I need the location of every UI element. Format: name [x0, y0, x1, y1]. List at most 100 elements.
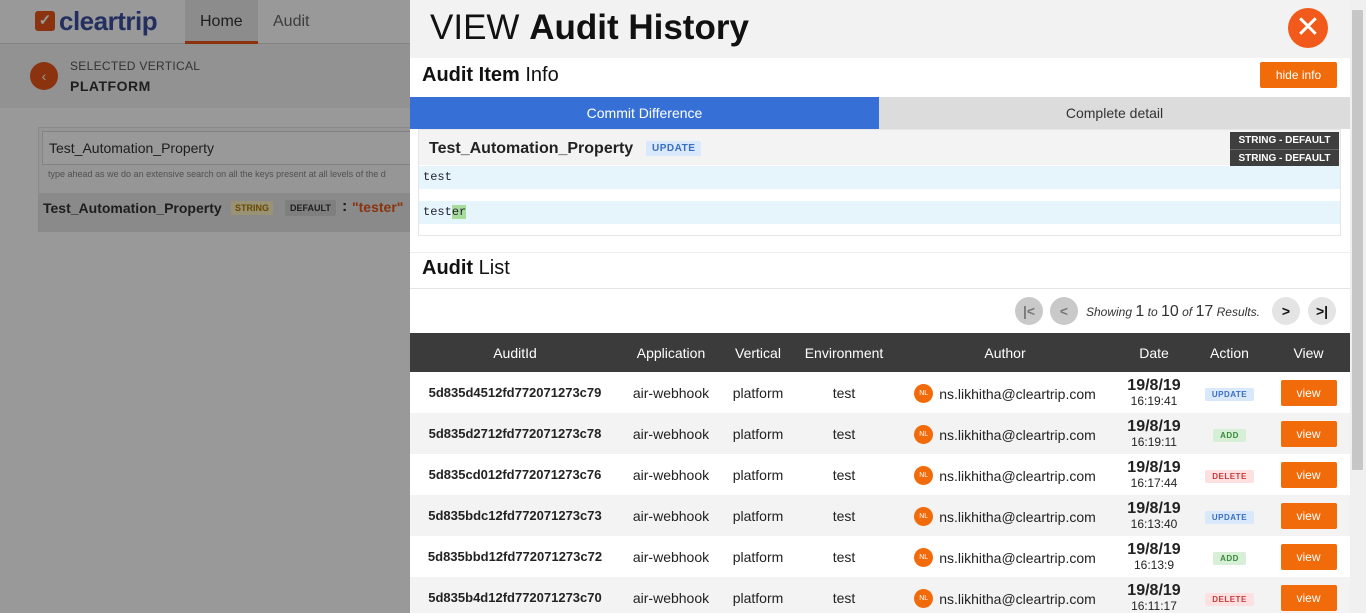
table-row: 5d835bdc12fd772071273c73 air-webhook platf… — [410, 495, 1350, 536]
cell-author: NL ns.likhitha@cleartrip.com — [894, 413, 1116, 454]
action-badge: DELETE — [1205, 593, 1254, 606]
action-badge: UPDATE — [1204, 511, 1255, 524]
pager-to: 10 — [1160, 303, 1179, 320]
action-badge: UPDATE — [1204, 388, 1255, 401]
cell-author: NL ns.likhitha@cleartrip.com — [894, 577, 1116, 613]
scrollbar-thumb[interactable] — [1352, 10, 1363, 470]
author: NL ns.likhitha@cleartrip.com — [914, 589, 1096, 608]
hide-info-button[interactable]: hide info — [1260, 62, 1337, 88]
prev-page-icon[interactable]: < — [1050, 297, 1078, 325]
cell-auditid: 5d835bdc12fd772071273c73 — [428, 508, 602, 523]
date-day: 19/8/19 — [1127, 376, 1181, 394]
cell-application: air-webhook — [632, 425, 710, 442]
author-email: ns.likhitha@cleartrip.com — [939, 385, 1096, 402]
cell-vertical: platform — [732, 589, 784, 606]
cell-author: NL ns.likhitha@cleartrip.com — [894, 536, 1116, 577]
col-author: Author — [984, 344, 1026, 361]
cell-view: view — [1267, 577, 1350, 613]
cell-action: ADD — [1192, 536, 1267, 577]
cell-auditid: 5d835d2712fd772071273c78 — [428, 426, 602, 441]
date-day: 19/8/19 — [1127, 540, 1181, 558]
pager-showing: Showing — [1086, 305, 1133, 319]
cell-date: 19/8/19 16:19:41 — [1116, 372, 1192, 413]
cell-vertical: platform — [732, 548, 784, 565]
cell-action: UPDATE — [1192, 495, 1267, 536]
commit-diff-panel: Test_Automation_Property UPDATE STRING -… — [418, 129, 1341, 236]
next-page-icon[interactable]: > — [1272, 297, 1300, 325]
avatar: NL — [914, 425, 934, 444]
pagination: |< < Showing 1 to 10 of 17 Results. > >| — [410, 294, 1350, 328]
avatar: NL — [914, 548, 934, 567]
view-button[interactable]: view — [1280, 461, 1337, 488]
list-heading-bold: Audit — [422, 257, 474, 279]
author: NL ns.likhitha@cleartrip.com — [914, 425, 1096, 444]
author-email: ns.likhitha@cleartrip.com — [939, 590, 1096, 607]
cell-auditid: 5d835bbd12fd772071273c72 — [427, 549, 603, 564]
date-time: 16:11:17 — [1131, 598, 1177, 613]
diff-new-line: tester — [419, 201, 1340, 224]
divider — [410, 252, 1350, 253]
cell-environment: test — [832, 548, 856, 565]
info-heading-bold: Audit Item — [422, 64, 520, 86]
pager-results: Results. — [1216, 305, 1260, 319]
audit-table: AuditId Application Vertical Environment… — [410, 333, 1350, 613]
diff-added-text: er — [451, 205, 467, 219]
cell-action: UPDATE — [1192, 372, 1267, 413]
audit-list-heading: Audit List — [422, 257, 510, 280]
cell-application: air-webhook — [632, 589, 710, 606]
view-button[interactable]: view — [1280, 420, 1337, 447]
view-button[interactable]: view — [1280, 584, 1337, 611]
col-auditid: AuditId — [493, 344, 537, 361]
cell-environment: test — [832, 466, 856, 483]
tab-commit-difference[interactable]: Commit Difference — [410, 97, 879, 129]
detail-tabs: Commit Difference Complete detail — [410, 97, 1350, 129]
table-row: 5d835bbd12fd772071273c72 air-webhook platf… — [410, 536, 1350, 577]
cell-auditid: 5d835b4d12fd772071273c70 — [428, 590, 602, 605]
avatar: NL — [914, 384, 934, 403]
col-view: View — [1293, 344, 1324, 361]
cell-vertical: platform — [732, 466, 784, 483]
cell-application: air-webhook — [632, 384, 710, 401]
cell-vertical: platform — [732, 507, 784, 524]
author: NL ns.likhitha@cleartrip.com — [914, 384, 1096, 403]
tab-complete-detail[interactable]: Complete detail — [879, 97, 1350, 129]
author-email: ns.likhitha@cleartrip.com — [939, 508, 1096, 525]
date-day: 19/8/19 — [1127, 499, 1181, 517]
cell-view: view — [1267, 536, 1350, 577]
type-badges: STRING - DEFAULT STRING - DEFAULT — [1230, 132, 1339, 166]
cell-environment: test — [832, 425, 856, 442]
cell-date: 19/8/19 16:11:17 — [1116, 577, 1192, 613]
view-button[interactable]: view — [1280, 502, 1337, 529]
date-day: 19/8/19 — [1127, 458, 1181, 476]
modal-title-bold: Audit History — [529, 8, 749, 47]
col-action: Action — [1210, 344, 1249, 361]
avatar: NL — [914, 589, 934, 608]
cell-date: 19/8/19 16:19:11 — [1116, 413, 1192, 454]
view-button[interactable]: view — [1280, 379, 1337, 406]
audit-history-modal: VIEW Audit History ✕ Audit Item Info hid… — [410, 0, 1350, 613]
author: NL ns.likhitha@cleartrip.com — [914, 548, 1096, 567]
first-page-icon[interactable]: |< — [1015, 297, 1043, 325]
pager-of-word: of — [1182, 305, 1193, 319]
cell-view: view — [1267, 372, 1350, 413]
cell-date: 19/8/19 16:13:9 — [1116, 536, 1192, 577]
cell-author: NL ns.likhitha@cleartrip.com — [894, 495, 1116, 536]
close-icon[interactable]: ✕ — [1288, 8, 1328, 48]
table-row: 5d835b4d12fd772071273c70 air-webhook platf… — [410, 577, 1350, 613]
cell-date: 19/8/19 16:13:40 — [1116, 495, 1192, 536]
view-button[interactable]: view — [1280, 543, 1337, 570]
author-email: ns.likhitha@cleartrip.com — [939, 549, 1096, 566]
table-row: 5d835d4512fd772071273c79 air-webhook platf… — [410, 372, 1350, 413]
modal-header: VIEW Audit History ✕ — [410, 0, 1350, 58]
cell-environment: test — [832, 589, 856, 606]
pager-total: 17 — [1195, 303, 1214, 320]
list-heading-light: List — [478, 257, 510, 279]
cell-action: DELETE — [1192, 454, 1267, 495]
date-day: 19/8/19 — [1127, 417, 1181, 435]
cell-view: view — [1267, 413, 1350, 454]
info-heading-light: Info — [525, 64, 559, 86]
author: NL ns.likhitha@cleartrip.com — [914, 507, 1096, 526]
action-badge: DELETE — [1205, 470, 1254, 483]
diff-header: Test_Automation_Property UPDATE STRING -… — [419, 130, 1340, 166]
last-page-icon[interactable]: >| — [1308, 297, 1336, 325]
